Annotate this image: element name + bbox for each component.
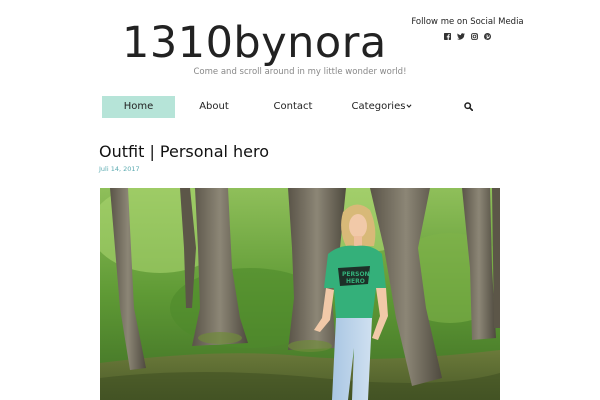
nav-about[interactable]: About [190,96,238,118]
nav-categories-label: Categories [351,101,406,112]
tagline-text: Come and scroll around in my little wond… [193,67,407,77]
site-tagline: Come and scroll around in my little wond… [0,67,600,77]
post-date[interactable]: Juli 14, 2017 [99,165,140,173]
social-widget: Follow me on Social Media [410,17,525,40]
svg-text:HERO: HERO [346,278,365,285]
post-featured-image[interactable]: PERSONAL HERO [100,188,500,400]
svg-text:PERSONAL: PERSONAL [342,271,378,278]
post-title[interactable]: Outfit | Personal hero [99,142,269,161]
search-icon [463,101,473,111]
social-icons [410,33,525,40]
social-heading: Follow me on Social Media [411,17,524,27]
nav-search[interactable] [454,96,482,118]
pinterest-icon[interactable] [484,33,491,40]
nav-categories[interactable]: Categories [347,96,417,118]
forest-photo: PERSONAL HERO [100,188,500,400]
site-title[interactable]: 1310bynora [122,14,387,72]
instagram-icon[interactable] [471,33,478,40]
chevron-down-icon [406,104,412,108]
facebook-icon[interactable] [444,33,451,40]
nav-contact[interactable]: Contact [265,96,321,118]
twitter-icon[interactable] [457,33,465,40]
nav-home[interactable]: Home [102,96,175,118]
